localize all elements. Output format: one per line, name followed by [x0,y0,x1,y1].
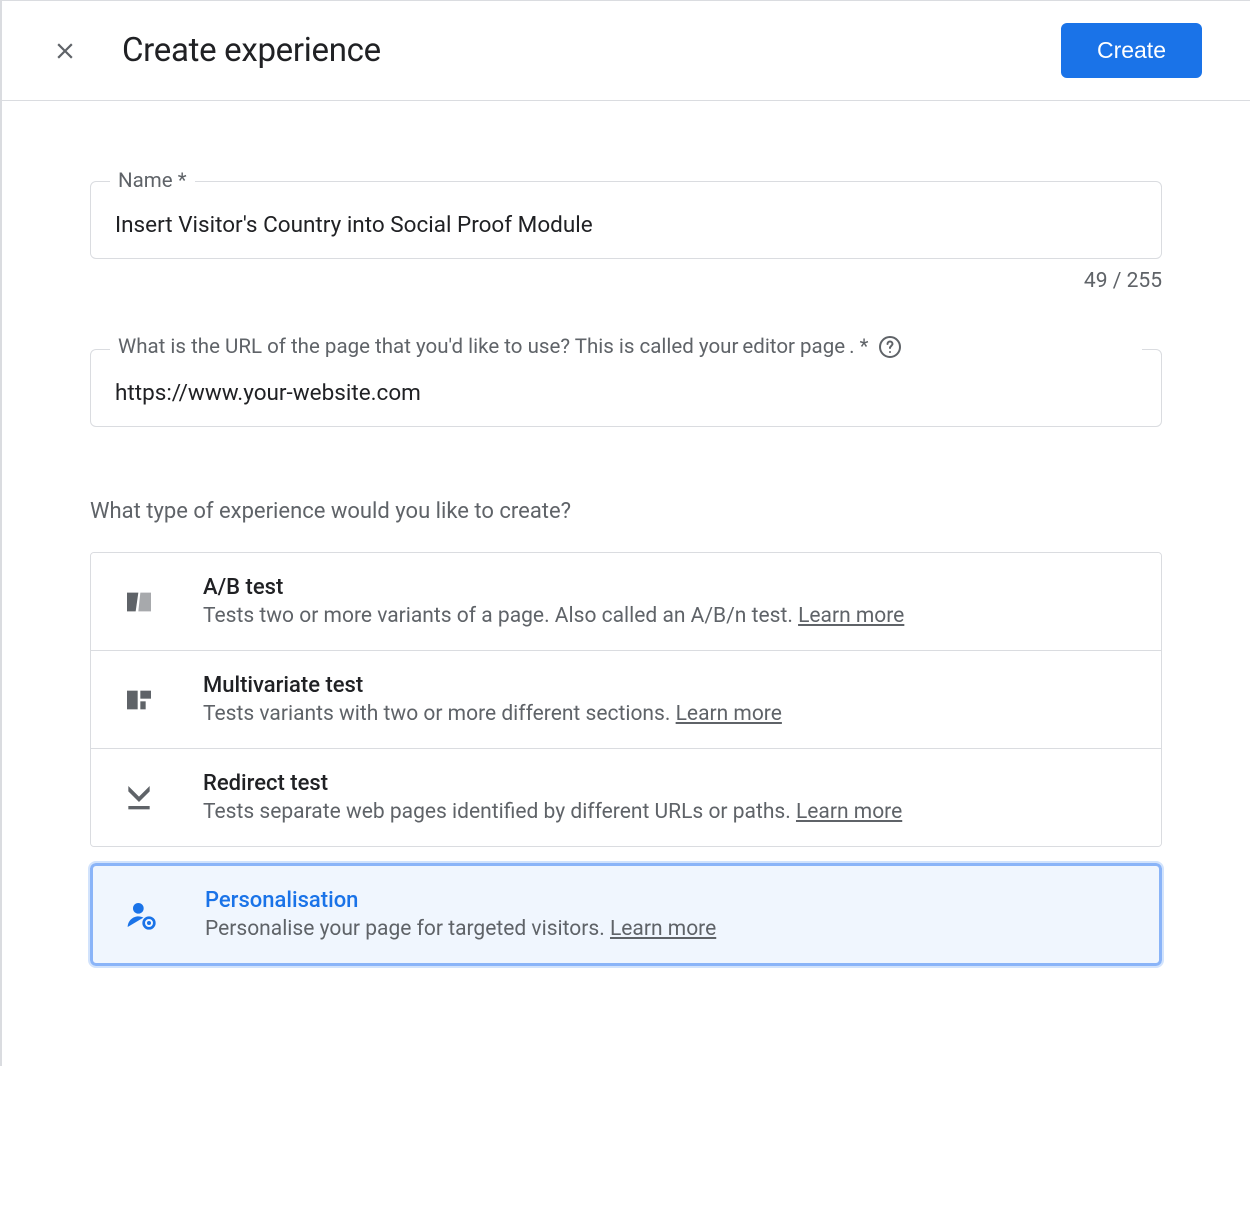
learn-more-link[interactable]: Learn more [676,702,782,726]
url-label-suffix: . * [849,335,868,359]
option-redirect-title: Redirect test [203,771,1129,796]
option-redirect-test[interactable]: Redirect test Tests separate web pages i… [91,749,1161,846]
learn-more-link[interactable]: Learn more [610,917,716,941]
url-input[interactable] [90,349,1162,427]
close-icon [52,38,78,64]
dialog-title: Create experience [122,31,1061,70]
option-personalisation-text: Personalisation Personalise your page fo… [205,888,1127,941]
option-multivariate-text: Multivariate test Tests variants with tw… [203,673,1129,726]
redirect-icon [123,782,155,814]
url-field-label: What is the URL of the page that you'd l… [110,335,1142,359]
learn-more-link[interactable]: Learn more [796,800,902,824]
option-redirect-desc: Tests separate web pages identified by d… [203,800,1129,824]
dialog-content: Name * 49 / 255 What is the URL of the p… [2,101,1250,1066]
close-button[interactable] [52,38,78,64]
help-icon[interactable] [878,335,902,359]
option-multivariate-test[interactable]: Multivariate test Tests variants with tw… [91,651,1161,749]
url-field-wrapper: What is the URL of the page that you'd l… [90,349,1162,427]
multivariate-icon [123,684,155,716]
learn-more-link[interactable]: Learn more [798,604,904,628]
ab-test-icon [123,586,155,618]
option-personalisation-desc: Personalise your page for targeted visit… [205,917,1127,941]
experience-type-options: A/B test Tests two or more variants of a… [90,552,1162,847]
option-personalisation[interactable]: Personalisation Personalise your page fo… [90,863,1162,966]
url-label-bold: editor page [742,335,845,359]
option-ab-desc: Tests two or more variants of a page. Al… [203,604,1129,628]
option-ab-test[interactable]: A/B test Tests two or more variants of a… [91,553,1161,651]
create-button[interactable]: Create [1061,23,1202,78]
option-redirect-text: Redirect test Tests separate web pages i… [203,771,1129,824]
option-ab-text: A/B test Tests two or more variants of a… [203,575,1129,628]
option-multivariate-desc: Tests variants with two or more differen… [203,702,1129,726]
name-field-label: Name * [110,169,195,193]
option-multivariate-title: Multivariate test [203,673,1129,698]
option-ab-title: A/B test [203,575,1129,600]
url-label-prefix: What is the URL of the page that you'd l… [118,335,738,359]
name-field-wrapper: Name * [90,181,1162,259]
dialog-header: Create experience Create [2,1,1250,101]
option-personalisation-title: Personalisation [205,888,1127,913]
personalisation-icon [125,899,157,931]
name-char-counter: 49 / 255 [90,269,1162,293]
name-input[interactable] [90,181,1162,259]
experience-type-prompt: What type of experience would you like t… [90,499,1162,524]
